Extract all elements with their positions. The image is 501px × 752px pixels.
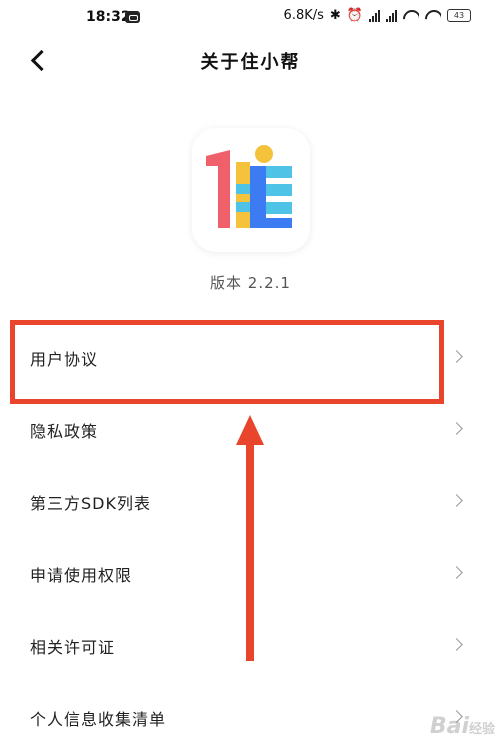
signal-icon — [369, 9, 380, 22]
notification-app-icon — [125, 11, 140, 23]
hotspot-icon — [425, 10, 441, 22]
bluetooth-icon: ✱ — [329, 8, 341, 23]
alarm-icon: ⏰ — [346, 8, 363, 23]
menu-item-label: 隐私政策 — [30, 422, 99, 441]
nav-header: 关于住小帮 — [0, 34, 501, 86]
menu-item-label: 个人信息收集清单 — [30, 710, 167, 729]
status-bar: 18:32 6.8K/s ✱ ⏰ 43 — [0, 0, 501, 34]
network-speed: 6.8K/s — [283, 8, 324, 23]
app-version: 版本 2.2.1 — [210, 274, 291, 292]
status-right-group: 6.8K/s ✱ ⏰ 43 — [284, 8, 471, 23]
chevron-right-icon — [450, 422, 463, 435]
chevron-right-icon — [450, 494, 463, 507]
signal-icon-2 — [386, 9, 397, 22]
menu-item-label: 相关许可证 — [30, 638, 116, 657]
menu-item-user-agreement[interactable]: 用户协议 — [0, 322, 501, 392]
menu-item-label: 用户协议 — [30, 350, 99, 369]
menu-item-privacy-policy[interactable]: 隐私政策 — [0, 394, 501, 464]
menu-item-permissions[interactable]: 申请使用权限 — [0, 538, 501, 608]
page-title: 关于住小帮 — [200, 52, 301, 73]
menu-item-third-party-sdk[interactable]: 第三方SDK列表 — [0, 466, 501, 536]
wifi-icon — [403, 10, 419, 22]
chevron-right-icon — [450, 638, 463, 651]
menu-item-label: 申请使用权限 — [30, 566, 133, 585]
app-logo — [192, 128, 310, 252]
status-time: 18:32 — [86, 9, 131, 25]
battery-icon: 43 — [447, 9, 471, 22]
app-logo-icon — [206, 145, 292, 228]
chevron-right-icon — [450, 350, 463, 363]
menu-item-licenses[interactable]: 相关许可证 — [0, 610, 501, 680]
chevron-right-icon — [450, 566, 463, 579]
chevron-right-icon — [450, 710, 463, 723]
menu-item-personal-info-list[interactable]: 个人信息收集清单 — [0, 682, 501, 752]
menu-item-label: 第三方SDK列表 — [30, 494, 151, 513]
